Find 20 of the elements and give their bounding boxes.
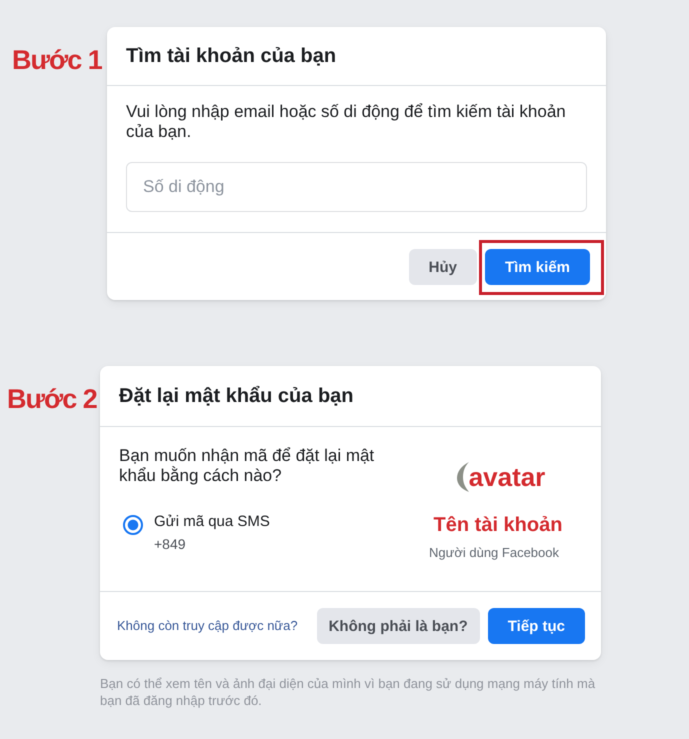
dialog-title: Tìm tài khoản của bạn xyxy=(126,44,336,68)
search-button[interactable]: Tìm kiếm xyxy=(484,249,590,285)
radio-button[interactable] xyxy=(123,515,143,535)
instruction-text: Vui lòng nhập email hoặc số di động để tìm kiếm tài khoản của bạn. xyxy=(126,102,567,142)
phone-field[interactable]: Số di động xyxy=(126,162,587,212)
phone-number-text: +849 xyxy=(154,535,186,553)
footnote-text: Bạn có thể xem tên và ảnh đại diện của mình vì bạn đang sử dụng mạng máy tính mà bạn đã đăng nhập trước đó. xyxy=(100,675,596,709)
help-link[interactable]: Không còn truy cập được nữa? xyxy=(117,618,298,634)
cancel-button[interactable]: Hủy xyxy=(408,249,477,285)
step-label: Bước 1 xyxy=(12,44,102,77)
step-label: Bước 2 xyxy=(7,383,97,416)
account-subtitle: Người dùng Facebook xyxy=(429,545,559,561)
avatar-caption: avatar xyxy=(468,461,546,493)
question-text: Bạn muốn nhận mã để đặt lại mật khẩu bằng cách nào? xyxy=(119,446,376,486)
photo-placeholder xyxy=(456,462,469,492)
continue-button[interactable]: Tiếp tục xyxy=(488,608,585,644)
account-name: Tên tài khoản xyxy=(434,513,562,537)
dialog-title: Đặt lại mật khẩu của bạn xyxy=(119,384,354,408)
not-you-button[interactable]: Không phải là bạn? xyxy=(316,608,480,644)
option-label: Gửi mã qua SMS xyxy=(154,513,270,531)
